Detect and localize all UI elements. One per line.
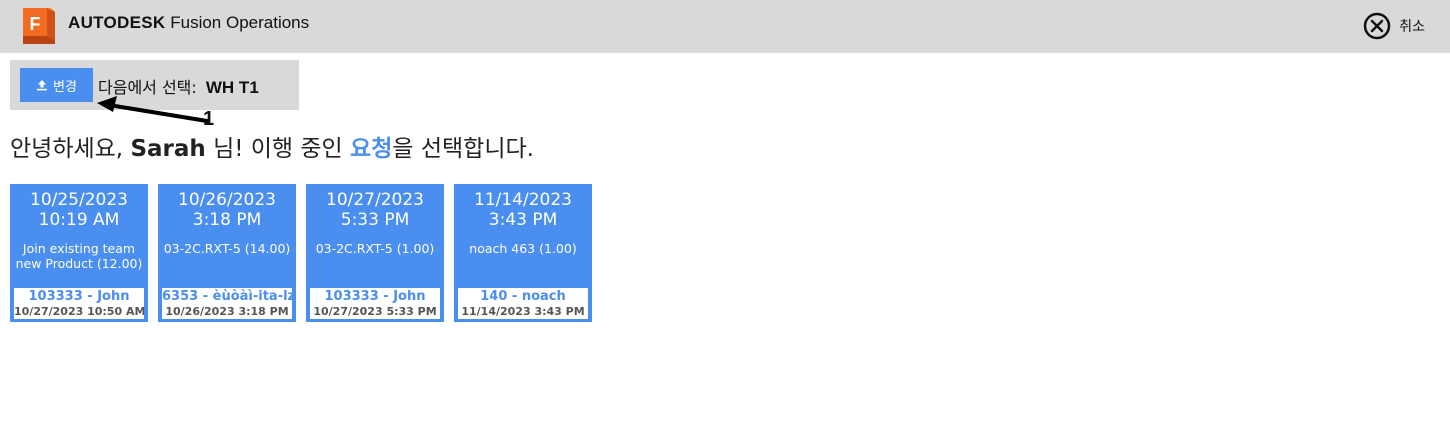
- card-timestamp: 10/27/2023 10:50 AM: [14, 305, 144, 318]
- user-name: Sarah: [130, 136, 206, 162]
- app-title: AUTODESK Fusion Operations: [68, 12, 309, 34]
- card-description: 03-2C.RXT-5 (14.00): [163, 241, 291, 256]
- greeting-middle: 님! 이행 중인: [213, 136, 343, 162]
- greeting-prefix: 안녕하세요,: [10, 136, 124, 162]
- greeting-text: 안녕하세요, Sarah 님! 이행 중인 요청을 선택합니다.: [10, 129, 534, 163]
- card-footer: 6353 - èùòàì-ita-lzj 10/26/2023 3:18 PM: [162, 288, 292, 319]
- greeting-highlight: 요청: [350, 136, 393, 162]
- card-timestamp: 10/27/2023 5:33 PM: [313, 305, 437, 318]
- card-description: noach 463 (1.00): [469, 241, 577, 256]
- card-timestamp: 11/14/2023 3:43 PM: [461, 305, 585, 318]
- product-name: Fusion Operations: [170, 13, 310, 32]
- top-header: F AUTODESK Fusion Operations 취소: [0, 0, 1450, 53]
- card-description: Join existing team new Product (12.00): [15, 241, 143, 271]
- change-button-label: 변경: [53, 79, 77, 95]
- card-date: 10/25/2023: [30, 190, 128, 210]
- card-time: 3:43 PM: [488, 210, 558, 230]
- greeting-suffix: 을 선택합니다.: [392, 136, 534, 162]
- request-card[interactable]: 10/25/2023 10:19 AM Join existing team n…: [10, 184, 148, 322]
- brand-name: AUTODESK: [68, 13, 166, 32]
- close-circle-icon: [1363, 12, 1391, 40]
- upload-icon: [37, 80, 48, 91]
- annotation-number: 1: [203, 108, 215, 130]
- card-date: 10/27/2023: [326, 190, 424, 210]
- card-date: 11/14/2023: [474, 190, 572, 210]
- cancel-button[interactable]: 취소: [1363, 12, 1425, 40]
- card-assignee: 103333 - John: [28, 289, 130, 304]
- cancel-label: 취소: [1399, 19, 1425, 35]
- fusion-logo-icon: F: [23, 8, 55, 44]
- card-time: 5:33 PM: [340, 210, 410, 230]
- change-button[interactable]: 변경: [20, 68, 93, 102]
- card-description: 03-2C.RXT-5 (1.00): [315, 241, 435, 256]
- card-assignee: 140 - noach: [480, 289, 566, 304]
- request-card-list: 10/25/2023 10:19 AM Join existing team n…: [10, 184, 592, 322]
- card-assignee: 6353 - èùòàì-ita-lzj: [162, 289, 292, 304]
- card-footer: 103333 - John 10/27/2023 5:33 PM: [310, 288, 440, 319]
- logo-letter: F: [30, 14, 41, 34]
- card-footer: 140 - noach 11/14/2023 3:43 PM: [458, 288, 588, 319]
- card-date: 10/26/2023: [178, 190, 276, 210]
- request-card[interactable]: 10/27/2023 5:33 PM 03-2C.RXT-5 (1.00) 10…: [306, 184, 444, 322]
- card-timestamp: 10/26/2023 3:18 PM: [165, 305, 289, 318]
- card-time: 10:19 AM: [38, 210, 120, 230]
- card-assignee: 103333 - John: [324, 289, 426, 304]
- card-time: 3:18 PM: [192, 210, 262, 230]
- request-card[interactable]: 11/14/2023 3:43 PM noach 463 (1.00) 140 …: [454, 184, 592, 322]
- card-footer: 103333 - John 10/27/2023 10:50 AM: [14, 288, 144, 319]
- request-card[interactable]: 10/26/2023 3:18 PM 03-2C.RXT-5 (14.00) 6…: [158, 184, 296, 322]
